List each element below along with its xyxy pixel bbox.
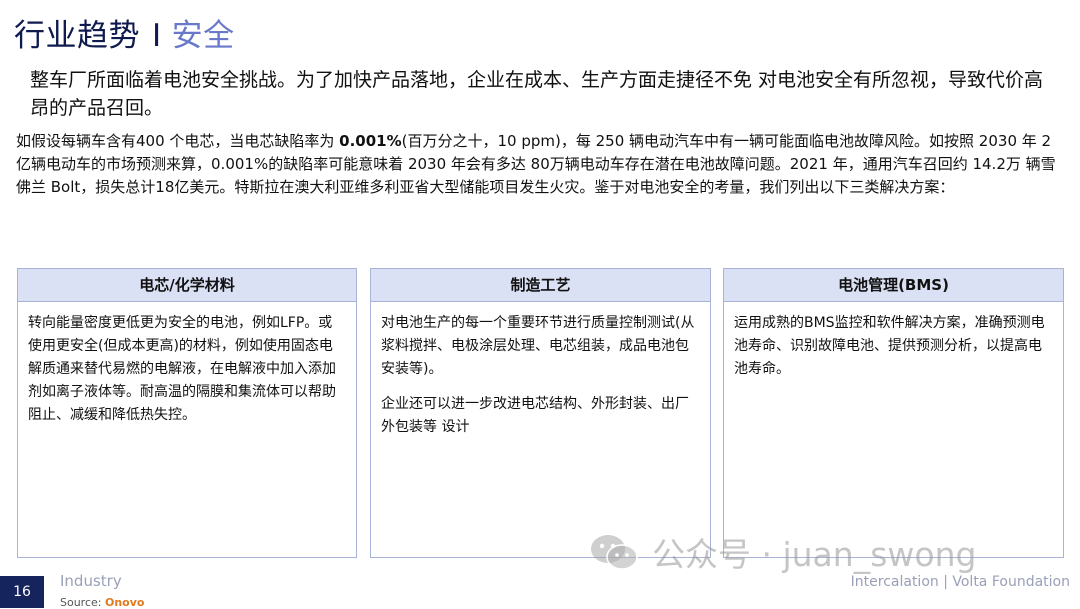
watermark-text: 公众号 · juan_swong: [652, 535, 977, 574]
card-paragraph: 企业还可以进一步改进电芯结构、外形封装、出厂外包装等 设计: [381, 396, 689, 435]
card-paragraph: 对电池生产的每一个重要环节进行质量控制测试(从浆料搅拌、电极涂层处理、电芯组装，…: [381, 315, 695, 377]
body-paragraph: 如假设每辆车含有400 个电芯，当电芯缺陷率为 0.001%(百万分之十，10 …: [16, 130, 1068, 199]
title-topic: 安全: [171, 18, 235, 54]
watermark: 公众号 · juan_swong: [588, 530, 976, 574]
wechat-icon: [591, 535, 638, 570]
card-header: 制造工艺: [371, 269, 710, 302]
source-label: Source:: [60, 596, 102, 609]
page-number: 16: [0, 576, 44, 608]
title-separator: I: [152, 18, 162, 54]
card-manufacturing: 制造工艺 对电池生产的每一个重要环节进行质量控制测试(从浆料搅拌、电极涂层处理、…: [370, 268, 711, 558]
card-body: 转向能量密度更低更为安全的电池，例如LFP。或使用更安全(但成本更高)的材料，例…: [18, 302, 356, 427]
defect-rate-highlight: 0.001%: [339, 132, 402, 150]
title-main: 行业趋势: [14, 18, 140, 54]
page-title: 行业趋势 I 安全: [14, 14, 235, 58]
source-logo: Onovo: [105, 596, 145, 609]
footer-credit: Intercalation | Volta Foundation: [850, 574, 1070, 590]
subtitle: 整车厂所面临着电池安全挑战。为了加快产品落地，企业在成本、生产方面走捷径不免 对…: [30, 69, 1044, 119]
body-part-1: 如假设每辆车含有400 个电芯，当电芯缺陷率为: [16, 132, 340, 150]
card-body: 运用成熟的BMS监控和软件解决方案，准确预测电池寿命、识别故障电池、提供预测分析…: [724, 302, 1063, 381]
card-bms: 电池管理(BMS) 运用成熟的BMS监控和软件解决方案，准确预测电池寿命、识别故…: [723, 268, 1064, 558]
card-header: 电芯/化学材料: [18, 269, 356, 302]
card-paragraph: 转向能量密度更低更为安全的电池，例如LFP。或使用更安全(但成本更高)的材料，例…: [28, 315, 336, 423]
footer-section: Industry: [60, 572, 122, 590]
card-body: 对电池生产的每一个重要环节进行质量控制测试(从浆料搅拌、电极涂层处理、电芯组装，…: [371, 302, 710, 439]
footer-source: Source: Onovo: [60, 596, 144, 609]
card-header: 电池管理(BMS): [724, 269, 1063, 302]
card-cell-chemistry: 电芯/化学材料 转向能量密度更低更为安全的电池，例如LFP。或使用更安全(但成本…: [17, 268, 357, 558]
card-paragraph: 运用成熟的BMS监控和软件解决方案，准确预测电池寿命、识别故障电池、提供预测分析…: [734, 315, 1045, 377]
